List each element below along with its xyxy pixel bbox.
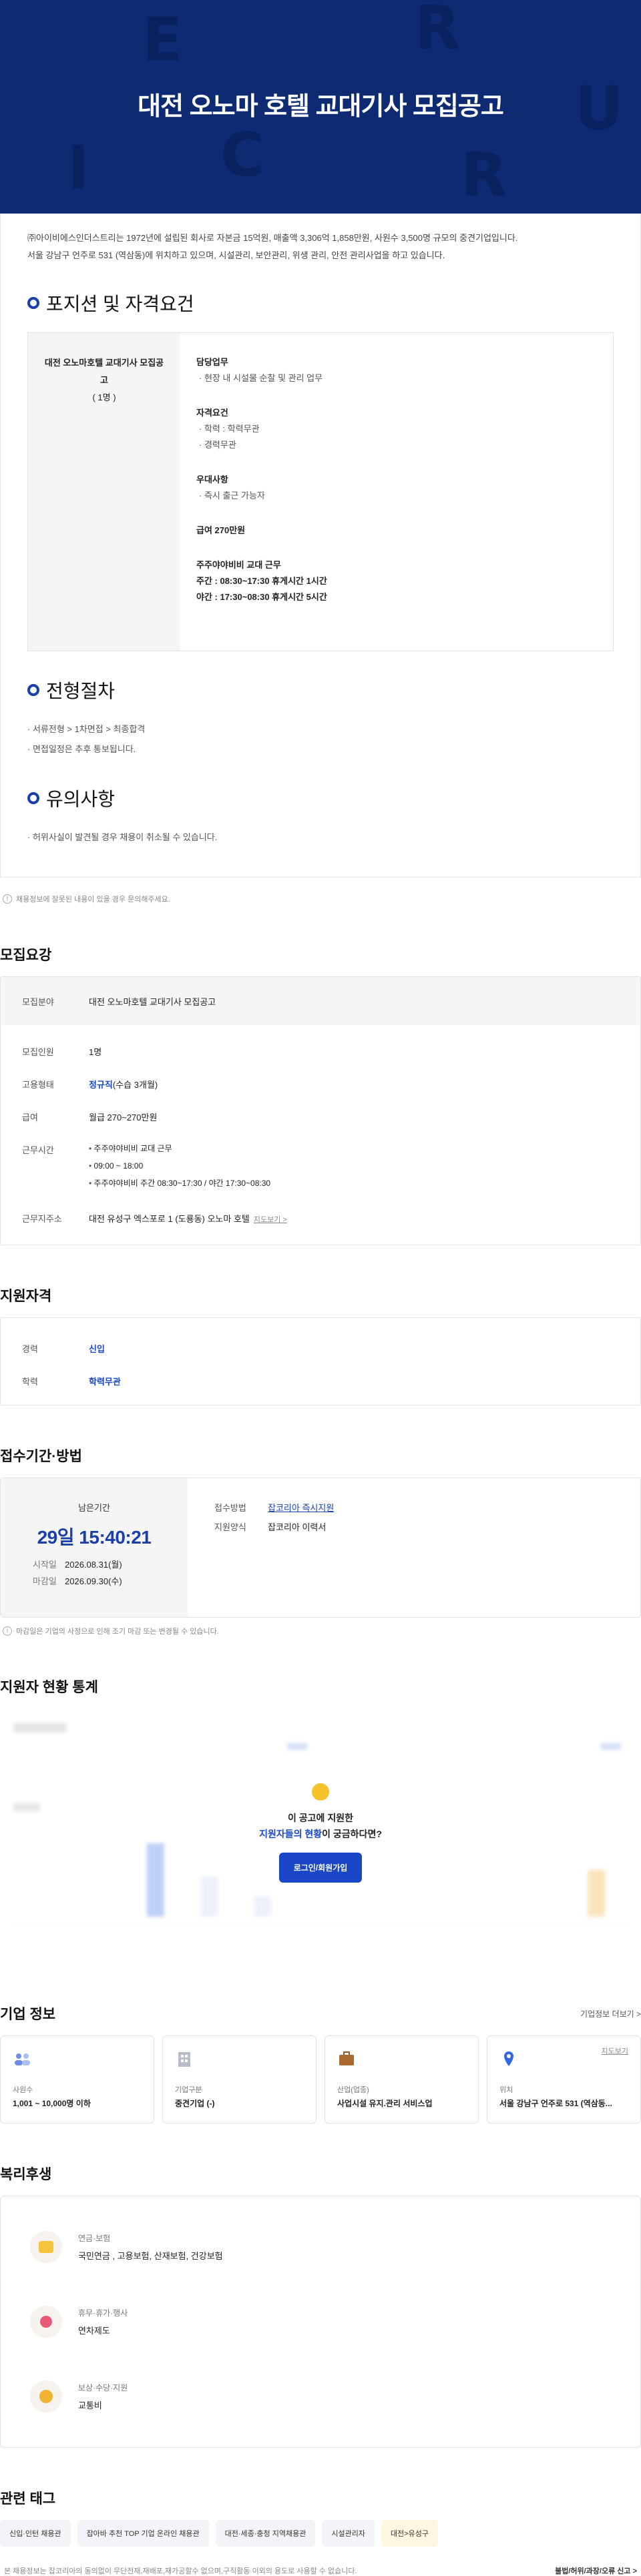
footer: 본 채용정보는 잡코리아의 동의없이 무단전재,재배포,재가공할수 없으며,구직… [0, 2565, 641, 2576]
hero-decor: I [67, 133, 89, 204]
wallet-icon [30, 2231, 62, 2263]
caution-list: · 허위사실이 발견될 경우 채용이 취소될 수 있습니다. [27, 832, 218, 842]
section-title: 전형절차 [27, 677, 614, 703]
section-heading: 지원자 현황 통계 [0, 1680, 98, 1695]
section-heading: 접수기간·방법 [0, 1449, 82, 1464]
info-icon: ! [3, 894, 12, 904]
welfare-item: 연금·보험 국민연금 , 고용보험, 산재보험, 건강보험 [30, 2210, 611, 2284]
building-icon [175, 2049, 194, 2068]
tag-list: 신입·인턴 채용관 잡아바 추천 TOP 기업 온라인 채용관 대전·세종·충청… [0, 2520, 641, 2547]
party-popper-icon [30, 2306, 62, 2338]
hero-decor: E [142, 5, 183, 75]
map-link[interactable]: 지도보기 > [254, 1216, 287, 1224]
report-link[interactable]: 불법/허위/과장/오류 신고 > [555, 2565, 637, 2576]
qualification-box: 경력 신입 학력 학력무관 [0, 1317, 641, 1405]
circle-bullet-icon [27, 297, 39, 309]
application-period: 남은기간 29일 15:40:21 시작일 2026.08.31(월) 마감일 20… [0, 1478, 641, 1618]
position-table: 대전 오노마호텔 교대기사 모집공고 ( 1명 ) 담당업무 · 현장 내 시설… [27, 332, 614, 651]
position-name-cell: 대전 오노마호텔 교대기사 모집공고 ( 1명 ) [28, 333, 180, 651]
tag[interactable]: 대전>유성구 [381, 2520, 438, 2547]
position-details: 담당업무 · 현장 내 시설물 순찰 및 관리 업무 자격요건 · 학력 : 학… [196, 357, 327, 602]
hero-title: 대전 오노마 호텔 교대기사 모집공고 [138, 93, 504, 121]
company-card: 기업구분 중견기업 (-) [162, 2035, 316, 2124]
job-posting-page: E R C R U I 대전 오노마 호텔 교대기사 모집공고 ㈜아이비에스인더… [0, 0, 641, 2576]
recruit-summary: 모집분야 대전 오노마호텔 교대기사 모집공고 모집인원 1명 고용형태 정규직(수습… [0, 976, 641, 1245]
job-detail: ㈜아이비에스인더스트리는 1972년에 설립된 회사로 자본금 15억원, 매출… [0, 214, 641, 878]
info-note: ! 채용정보에 잘못된 내용이 있을 경우 문의해주세요. [0, 878, 641, 904]
hero-decor: R [414, 0, 461, 63]
money-bag-icon [30, 2380, 62, 2412]
login-button[interactable]: 로그인/회원가입 [278, 1853, 363, 1883]
map-link[interactable]: 지도보기 [602, 2045, 628, 2056]
welfare-box: 연금·보험 국민연금 , 고용보험, 산재보험, 건강보험 휴무·휴가·행사 연차제… [0, 2196, 641, 2448]
company-cards: 사원수 1,001 ~ 10,000명 이하 기업구분 중견기업 (-) 산업(… [0, 2035, 641, 2124]
work-time-list: 주주야야비비 교대 근무09:00 ~ 18:00주주야야비비 주간 08:30… [89, 1140, 271, 1192]
tag[interactable]: 잡아바 추천 TOP 기업 온라인 채용관 [77, 2520, 209, 2547]
applicant-stats: 이 공고에 지원한 지원자들의 현황이 궁금하다면? 로그인/회원가입 [0, 1710, 641, 1963]
info-note: ! 마감일은 기업의 사정으로 인해 조기 마감 또는 변경될 수 있습니다. [0, 1618, 641, 1636]
circle-bullet-icon [27, 792, 39, 804]
section-title: 유의사항 [27, 785, 614, 812]
briefcase-icon [337, 2049, 356, 2068]
circle-bullet-icon [27, 684, 39, 696]
section-title: 포지션 및 자격요건 [27, 290, 614, 316]
section-heading: 지원자격 [0, 1289, 52, 1304]
section-heading: 관련 태그 [0, 2491, 56, 2507]
info-icon: ! [3, 1626, 12, 1636]
company-card: 사원수 1,001 ~ 10,000명 이하 [0, 2035, 154, 2124]
location-pin-icon [499, 2049, 518, 2068]
welfare-item: 보상·수당·지원 교통비 [30, 2359, 611, 2434]
tag[interactable]: 신입·인턴 채용관 [0, 2520, 71, 2547]
welfare-item: 휴무·휴가·행사 연차제도 [30, 2284, 611, 2359]
process-list: · 서류전형 > 1차면접 > 최종합격 · 면접일정은 추후 통보됩니다. [27, 724, 146, 754]
hero-decor: R [461, 140, 507, 210]
copyright-notice: 본 채용정보는 잡코리아의 동의없이 무단전재,재배포,재가공할수 없으며,구직… [4, 2567, 357, 2575]
thinking-face-icon [312, 1783, 329, 1801]
company-card: 산업(업종) 사업시설 유지.관리 서비스업 [325, 2035, 479, 2124]
hero-banner: E R C R U I 대전 오노마 호텔 교대기사 모집공고 [0, 0, 641, 214]
section-heading: 모집요강 [0, 948, 52, 963]
section-heading: 기업 정보 기업정보 더보기 > [0, 2007, 641, 2022]
tag[interactable]: 대전·세종·충청 지역채용관 [215, 2520, 316, 2547]
people-icon [13, 2049, 31, 2068]
remaining-time: 29일 15:40:21 [37, 1527, 152, 1548]
tag[interactable]: 시설관리자 [322, 2520, 375, 2547]
company-more-link[interactable]: 기업정보 더보기 > [580, 2008, 641, 2019]
hero-decor: C [220, 120, 265, 190]
company-intro: 서울 강남구 언주로 531 (역삼동)에 위치하고 있으며, 시설관리, 보안… [27, 250, 445, 260]
company-card: 지도보기 위치 서울 강남구 언주로 531 (역삼동... [487, 2035, 641, 2124]
apply-link[interactable]: 잡코리아 즉시지원 [268, 1501, 334, 1514]
section-heading: 복리후생 [0, 2167, 52, 2182]
company-intro: ㈜아이비에스인더스트리는 1972년에 설립된 회사로 자본금 15억원, 매출… [27, 233, 518, 243]
